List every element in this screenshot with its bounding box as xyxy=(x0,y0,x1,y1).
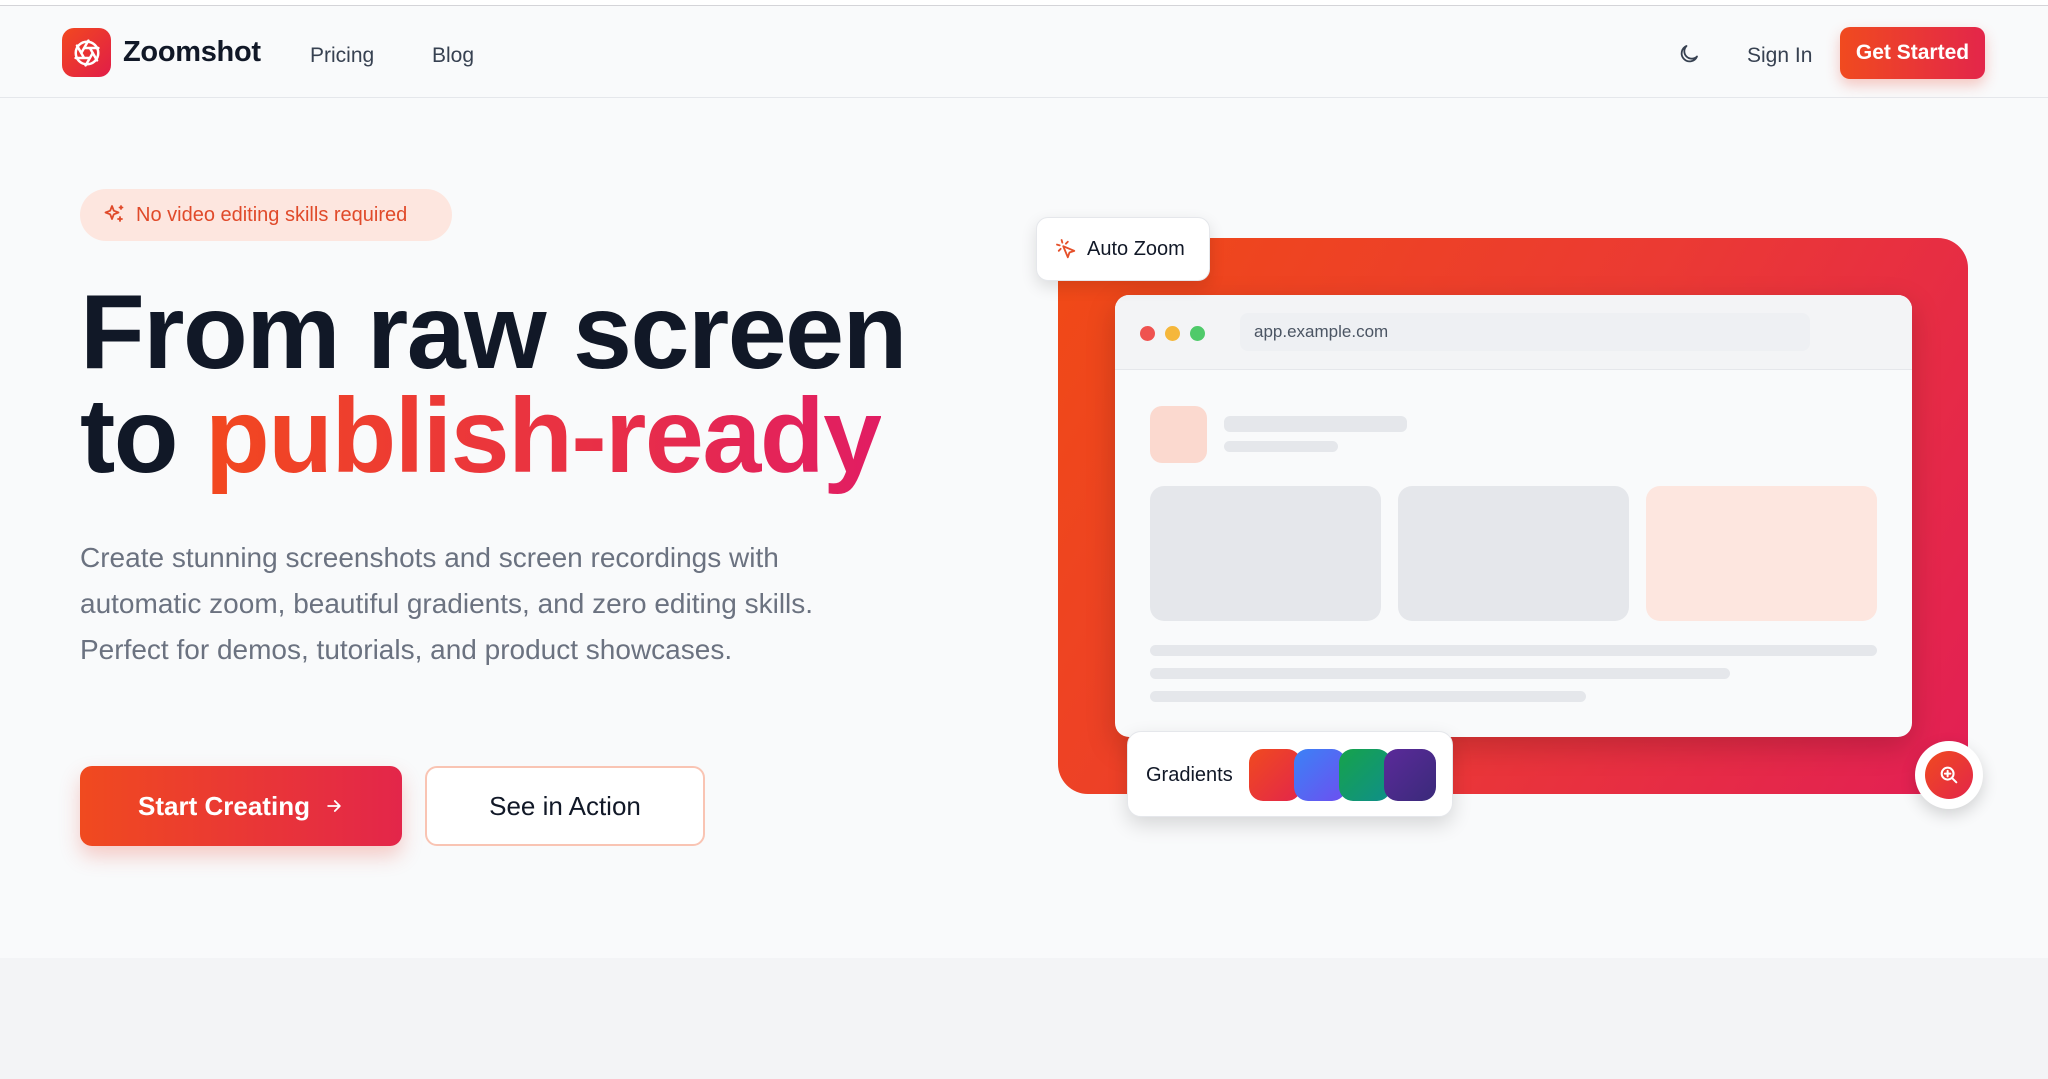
gradients-label: Gradients xyxy=(1146,764,1233,786)
minimize-dot-icon xyxy=(1165,326,1180,341)
skeleton-title xyxy=(1224,416,1407,432)
zoom-button-inner xyxy=(1925,751,1973,799)
skeleton-line xyxy=(1150,691,1586,702)
zoom-button[interactable] xyxy=(1915,741,1983,809)
maximize-dot-icon xyxy=(1190,326,1205,341)
brand-name: Zoomshot xyxy=(123,36,261,68)
browser-toolbar: app.example.com xyxy=(1115,295,1912,370)
gradients-picker: Gradients xyxy=(1127,731,1453,817)
get-started-button[interactable]: Get Started xyxy=(1840,27,1985,79)
headline-line-1: From raw screen xyxy=(80,273,907,391)
skeleton-card xyxy=(1398,486,1629,621)
gradient-swatch-purple[interactable] xyxy=(1384,749,1436,801)
hero-headline: From raw screen to publish-ready xyxy=(80,279,907,489)
skeleton-avatar xyxy=(1150,406,1207,463)
cursor-click-icon xyxy=(1056,239,1076,259)
url-bar: app.example.com xyxy=(1240,313,1810,351)
skeleton-card xyxy=(1150,486,1381,621)
auto-zoom-label: Auto Zoom xyxy=(1087,237,1185,260)
browser-mockup: app.example.com xyxy=(1115,295,1912,737)
logo[interactable]: Zoomshot xyxy=(62,28,261,77)
nav-pricing-link[interactable]: Pricing xyxy=(310,44,374,68)
start-creating-button[interactable]: Start Creating xyxy=(80,766,402,846)
skeleton-card-highlight xyxy=(1646,486,1877,621)
aperture-icon xyxy=(62,28,111,77)
theme-toggle-button[interactable] xyxy=(1675,40,1703,68)
nav-blog-link[interactable]: Blog xyxy=(432,44,474,68)
sign-in-link[interactable]: Sign In xyxy=(1747,44,1812,68)
site-header: Zoomshot Pricing Blog Sign In Get Starte… xyxy=(0,6,2048,98)
headline-accent: publish-ready xyxy=(205,377,882,495)
badge-text: No video editing skills required xyxy=(136,203,408,226)
skeleton-line xyxy=(1150,668,1730,679)
start-creating-label: Start Creating xyxy=(138,790,310,821)
headline-to: to xyxy=(80,377,179,495)
close-dot-icon xyxy=(1140,326,1155,341)
auto-zoom-chip: Auto Zoom xyxy=(1036,217,1210,281)
skeleton-subtitle xyxy=(1224,441,1338,452)
sparkles-icon xyxy=(104,205,124,222)
see-in-action-button[interactable]: See in Action xyxy=(425,766,705,846)
skeleton-line xyxy=(1150,645,1877,656)
feature-badge: No video editing skills required xyxy=(80,189,452,241)
next-section-band xyxy=(0,958,2048,1079)
arrow-right-icon xyxy=(327,800,341,812)
zoom-in-icon xyxy=(1940,766,1958,784)
hero-subtext: Create stunning screenshots and screen r… xyxy=(80,542,814,665)
moon-icon xyxy=(1680,45,1698,63)
